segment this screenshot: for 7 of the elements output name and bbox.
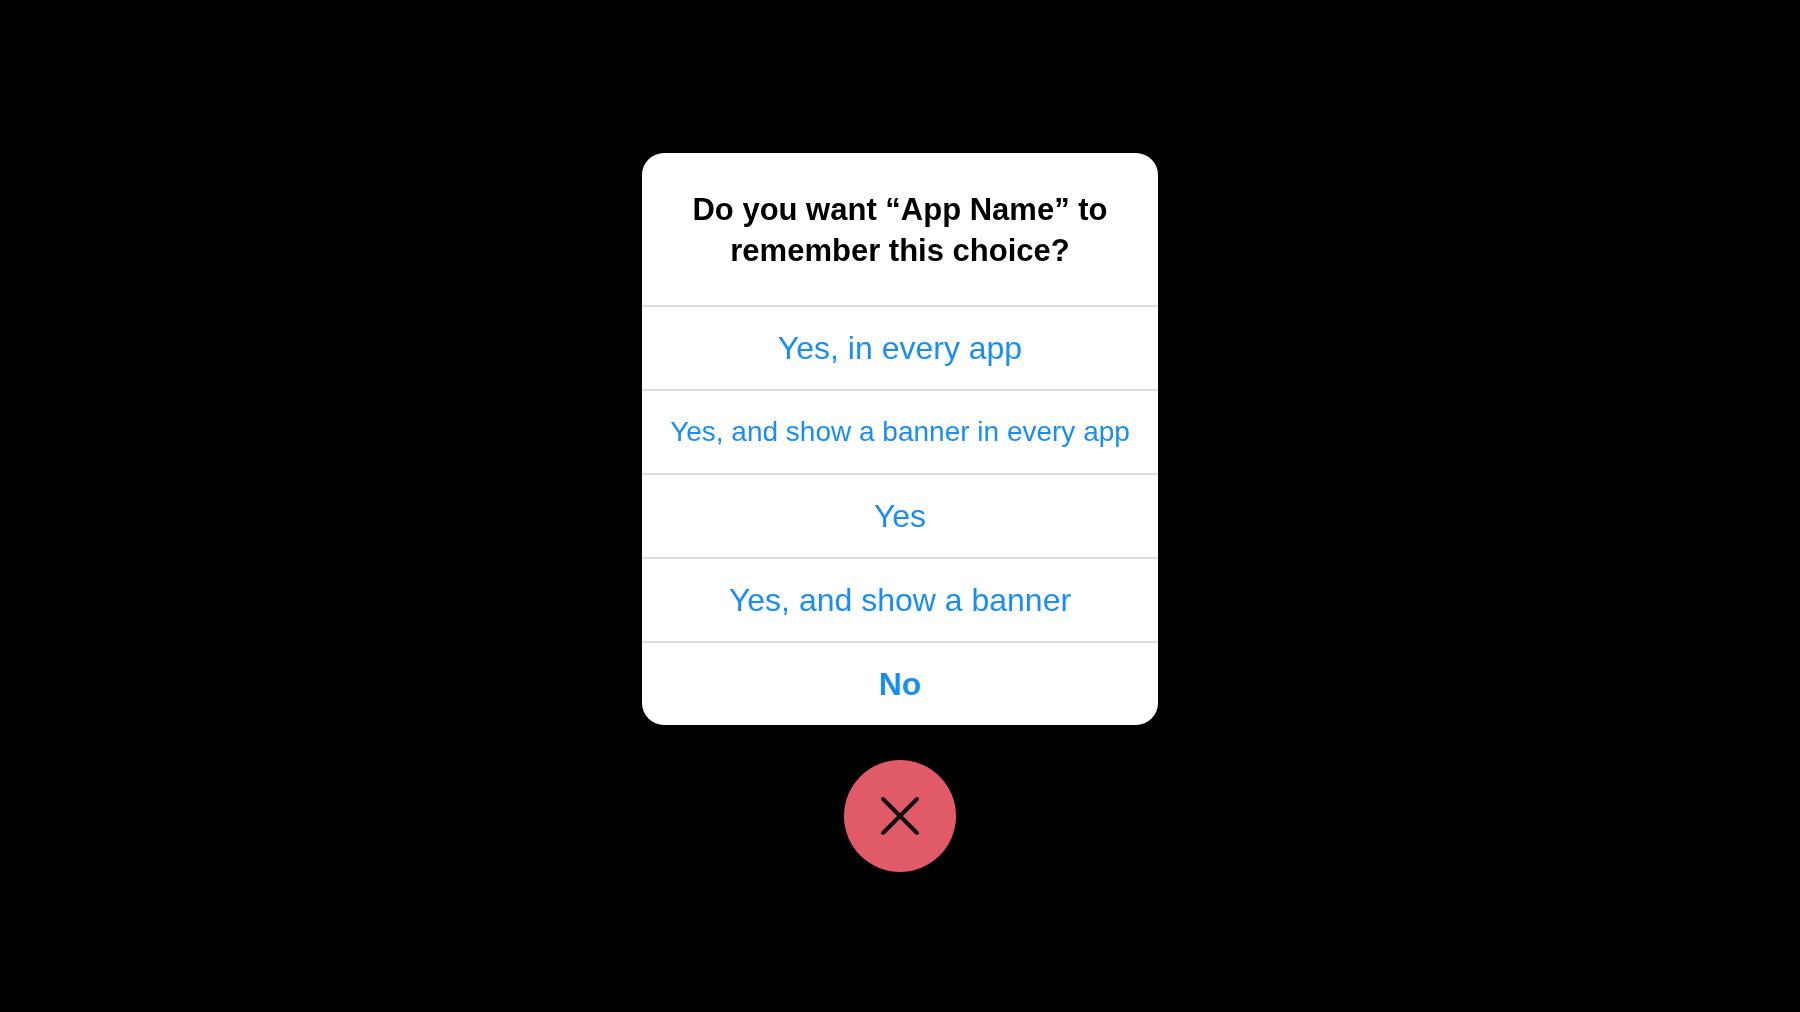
option-button[interactable]: Yes — [642, 473, 1158, 557]
option-button[interactable]: Yes, in every app — [642, 305, 1158, 389]
option-button[interactable]: Yes, and show a banner in every app — [642, 389, 1158, 473]
option-button[interactable]: Yes, and show a banner — [642, 557, 1158, 641]
alert-title: Do you want “App Name” to remember this choice? — [691, 191, 1109, 270]
close-icon — [880, 796, 920, 836]
option-button[interactable]: No — [642, 641, 1158, 725]
